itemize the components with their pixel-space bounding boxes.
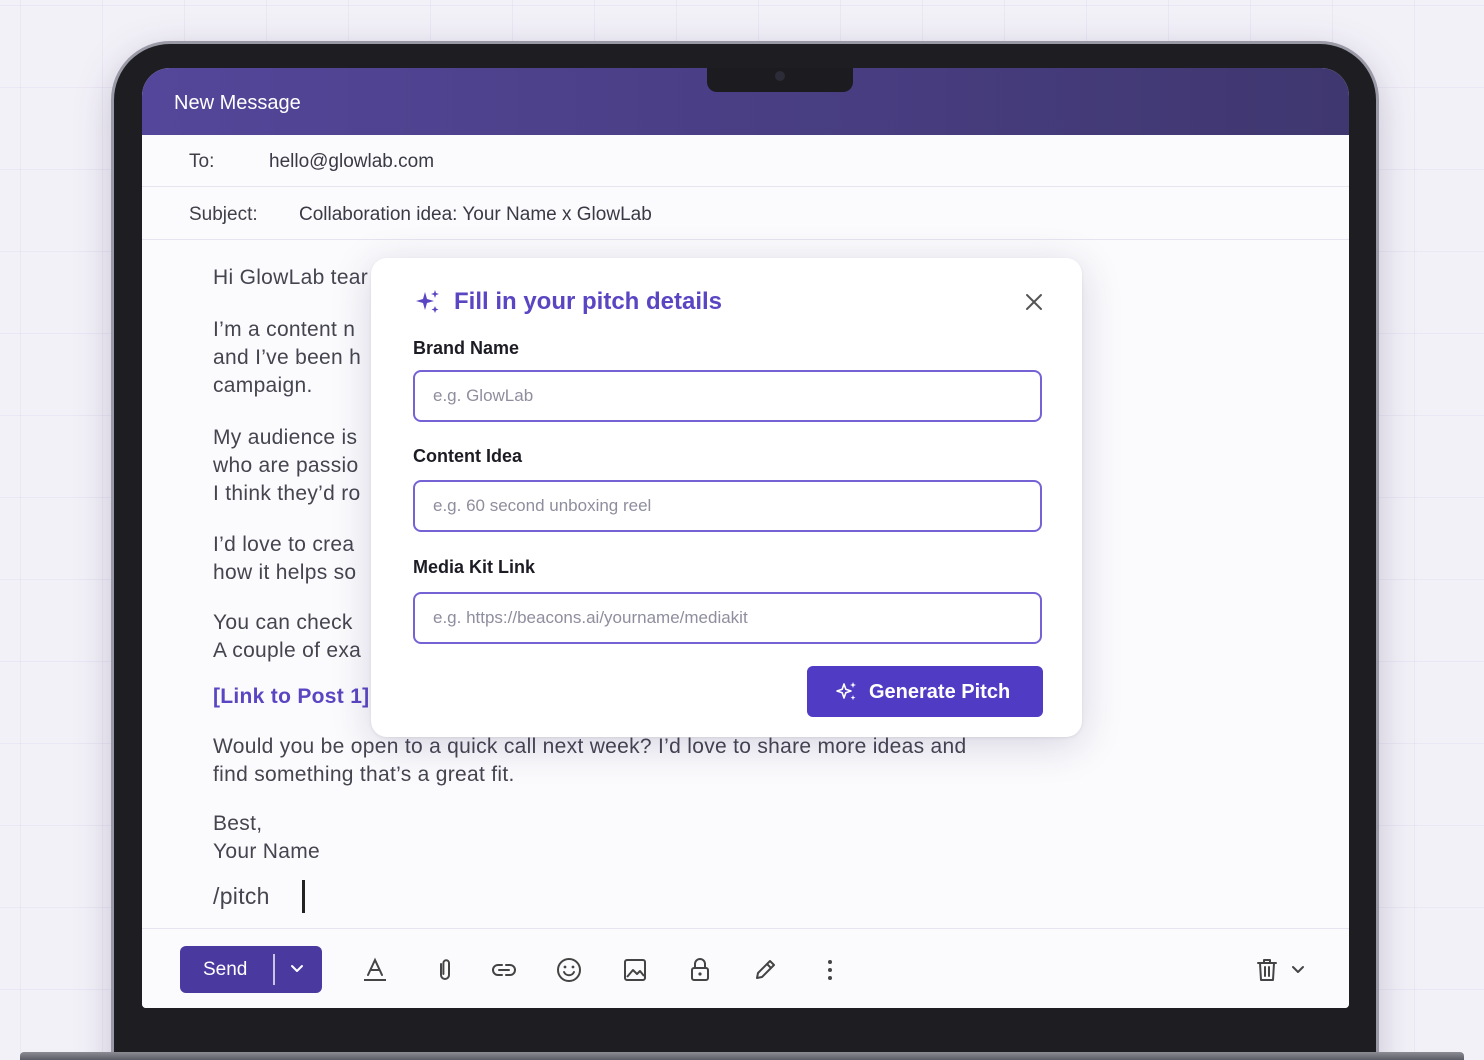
subject-label: Subject: xyxy=(189,204,258,225)
pitch-details-modal: Fill in your pitch details Brand Name Co… xyxy=(371,258,1082,737)
window-title: New Message xyxy=(174,92,301,114)
lock-icon[interactable] xyxy=(685,955,715,985)
to-field[interactable]: hello@glowlab.com xyxy=(269,151,434,173)
body-line: Would you be open to a quick call next w… xyxy=(213,735,967,758)
subject-row: Subject: Collaboration idea: Your Name x… xyxy=(142,188,1349,240)
brand-name-input[interactable] xyxy=(413,370,1042,422)
trash-icon[interactable] xyxy=(1252,955,1282,985)
text-format-icon[interactable] xyxy=(360,955,390,985)
media-kit-link-input[interactable] xyxy=(413,592,1042,644)
compose-toolbar: Send xyxy=(142,928,1349,1008)
send-button[interactable]: Send xyxy=(180,946,322,993)
to-row: To: hello@glowlab.com xyxy=(142,135,1349,187)
camera-notch xyxy=(707,68,853,92)
laptop-base xyxy=(20,1052,1464,1060)
media-kit-link-label: Media Kit Link xyxy=(413,557,536,577)
brand-name-label: Brand Name xyxy=(413,338,520,358)
text-cursor xyxy=(302,880,305,913)
send-divider xyxy=(273,954,275,985)
content-idea-label: Content Idea xyxy=(413,446,523,466)
chevron-down-icon[interactable] xyxy=(1288,955,1318,985)
signoff: Best, Your Name xyxy=(213,810,1093,866)
close-icon[interactable] xyxy=(1021,289,1047,315)
send-label: Send xyxy=(203,959,248,980)
slash-command: /pitch xyxy=(213,883,270,909)
sparkle-icon xyxy=(414,288,442,321)
attachment-icon[interactable] xyxy=(430,955,460,985)
paragraph-5: Would you be open to a quick call next w… xyxy=(213,733,1093,789)
image-icon[interactable] xyxy=(620,955,650,985)
body-line: find something that’s a great fit. xyxy=(213,763,515,786)
generate-pitch-button[interactable]: Generate Pitch xyxy=(807,666,1043,717)
signature-line: Your Name xyxy=(213,840,320,863)
generate-pitch-label: Generate Pitch xyxy=(869,681,1011,703)
modal-title: Fill in your pitch details xyxy=(454,288,723,315)
to-label: To: xyxy=(189,151,215,172)
send-options-chevron-icon[interactable] xyxy=(289,960,305,984)
signature-pen-icon[interactable] xyxy=(750,955,780,985)
link-icon[interactable] xyxy=(489,955,519,985)
subject-field[interactable]: Collaboration idea: Your Name x GlowLab xyxy=(299,204,652,226)
emoji-icon[interactable] xyxy=(554,955,584,985)
camera-icon xyxy=(775,71,785,81)
content-idea-input[interactable] xyxy=(413,480,1042,532)
more-vertical-icon[interactable] xyxy=(815,955,845,985)
sparkle-icon xyxy=(835,680,859,710)
signoff-line: Best, xyxy=(213,812,263,835)
